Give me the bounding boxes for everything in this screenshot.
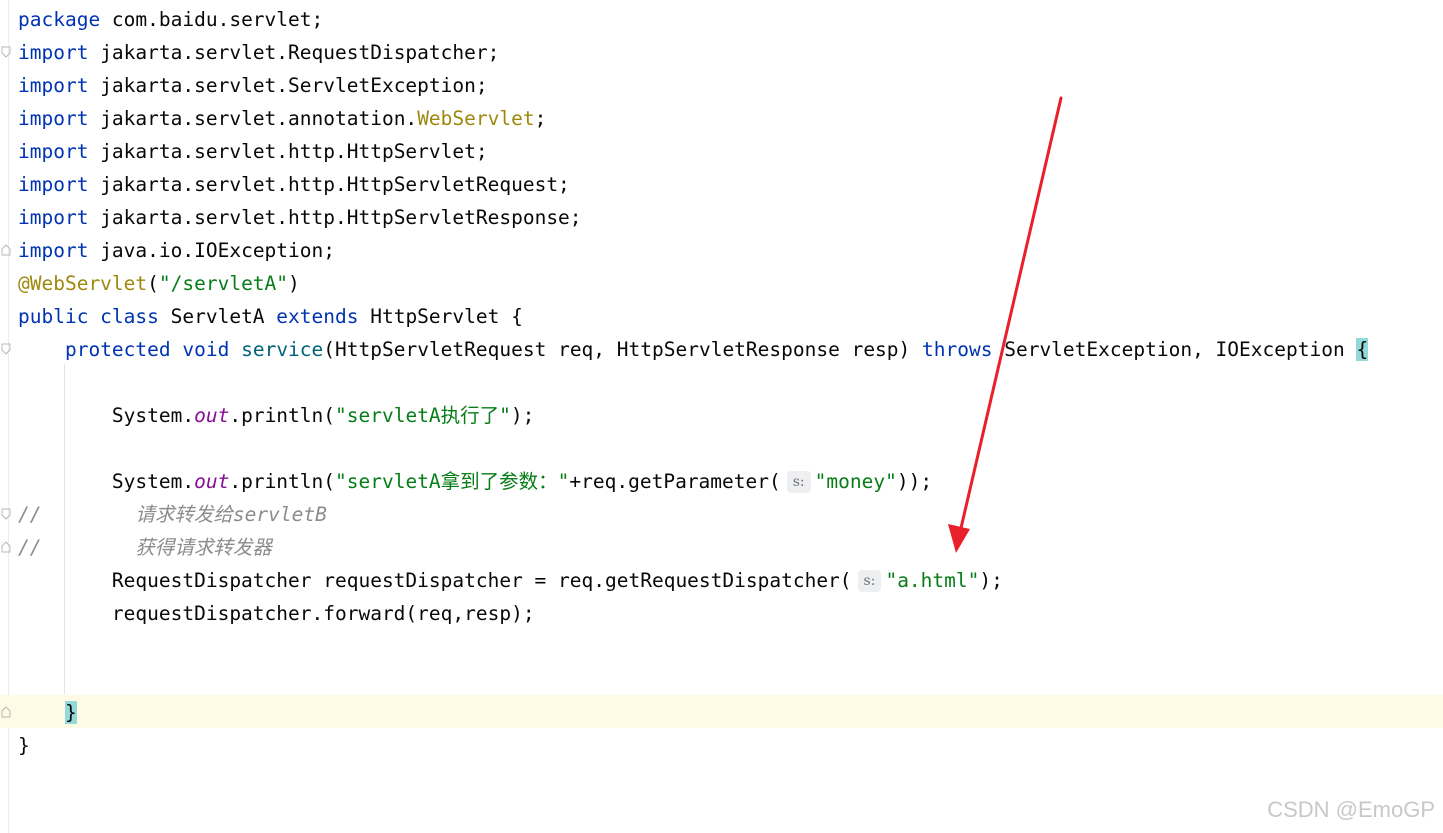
arrow-shaft xyxy=(959,96,1063,530)
watermark: CSDN @EmoGP xyxy=(1267,797,1435,822)
arrow-head xyxy=(948,524,970,553)
annotation-arrow xyxy=(948,96,1063,553)
